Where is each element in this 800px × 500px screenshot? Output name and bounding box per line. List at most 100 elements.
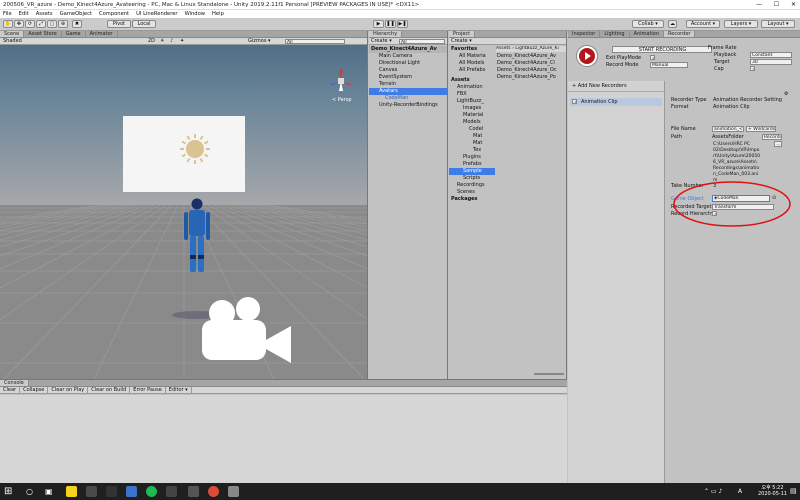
hierarchy-item[interactable]: Canvas (369, 67, 447, 74)
target-dropdown[interactable]: 30 (750, 59, 792, 65)
project-folder[interactable]: Mat (449, 140, 495, 147)
menu-item-window[interactable]: Window (185, 10, 205, 18)
exit-playmode-checkbox[interactable]: ✓ (650, 55, 655, 60)
console-clear-on-build[interactable]: Clear on Build (88, 387, 131, 393)
project-file[interactable]: Demo_Kinect4Azure_Cl (497, 60, 566, 67)
menu-item-help[interactable]: Help (212, 10, 224, 18)
hierarchy-item[interactable]: EventSystem (369, 74, 447, 81)
path-input[interactable]: Recordi (762, 134, 782, 140)
files-icon[interactable] (126, 486, 137, 497)
hierarchy-item[interactable]: Unity-RecorderBindings (369, 102, 447, 109)
tab-project[interactable]: Project (449, 31, 476, 37)
console-clear[interactable]: Clear (0, 387, 21, 393)
rotate-tool[interactable]: ⟳ (25, 20, 35, 28)
file-name-input[interactable]: animation_< (712, 126, 744, 132)
ime-indicator[interactable]: A (738, 488, 742, 495)
custom-tool[interactable]: ✖ (72, 20, 82, 28)
project-folder[interactable]: Mat (449, 133, 495, 140)
rect-tool[interactable]: ▢ (47, 20, 57, 28)
scale-tool[interactable]: ⤢ (36, 20, 46, 28)
tab-lighting[interactable]: Lighting (600, 31, 630, 37)
settings-icon[interactable]: ⚙ (784, 91, 788, 97)
project-file[interactable]: Demo_Kinect4Azure_Po (497, 74, 566, 81)
cap-checkbox[interactable]: ✓ (750, 66, 755, 71)
clock[interactable]: 오후 5:22 2020-05-11 (758, 485, 787, 497)
layout-button[interactable]: Layout ▾ (761, 20, 795, 28)
project-folder[interactable]: Sample (449, 168, 495, 175)
scene-view[interactable]: < Persp (0, 45, 367, 379)
transform-tool[interactable]: ⊕ (58, 20, 68, 28)
unity-icon[interactable] (188, 486, 199, 497)
project-breadcrumb[interactable]: Assets › LightBuzz_Azure_Ki (496, 46, 566, 52)
project-file[interactable]: Demo_Kinect4Azure_Oc (497, 67, 566, 74)
hierarchy-search[interactable]: All (399, 39, 445, 44)
tab-hierarchy[interactable]: Hierarchy (369, 31, 403, 37)
hierarchy-item[interactable]: Main Camera (369, 53, 447, 60)
terminal-icon[interactable] (106, 486, 117, 497)
project-folder[interactable]: Scenes (449, 189, 495, 196)
project-folder[interactable]: LightBuzz_ (449, 98, 495, 105)
hierarchy-item[interactable]: Avatars (369, 88, 447, 95)
project-create[interactable]: Create ▾ (451, 38, 472, 45)
minimize-button[interactable]: — (756, 1, 762, 9)
project-favorite-item[interactable]: All Models (449, 60, 495, 67)
zoom-slider[interactable] (534, 373, 564, 375)
start-recording-button[interactable]: START RECORDING (612, 46, 712, 53)
light-icon[interactable]: ☀ (160, 38, 164, 45)
project-folder[interactable]: Prefabs (449, 161, 495, 168)
console-error-pause[interactable]: Error Pause (130, 387, 166, 393)
spotify-icon[interactable] (146, 486, 157, 497)
project-folder[interactable]: Codel (449, 126, 495, 133)
menu-item-assets[interactable]: Assets (36, 10, 53, 18)
tab-recorder[interactable]: Recorder (664, 31, 696, 37)
playback-dropdown[interactable]: Constant (750, 52, 792, 58)
tab-animation[interactable]: Animation (630, 31, 665, 37)
console-editor[interactable]: Editor ▾ (166, 387, 192, 393)
project-folder[interactable]: Plugins (449, 154, 495, 161)
project-folder[interactable]: Scripts (449, 175, 495, 182)
tab-inspector[interactable]: Inspector (568, 31, 601, 37)
hierarchy-item[interactable]: CodeMan (369, 95, 447, 102)
hierarchy-item[interactable]: Directional Light (369, 60, 447, 67)
project-folder[interactable]: Recordings (449, 182, 495, 189)
menu-item-gameobject[interactable]: GameObject (60, 10, 92, 18)
layers-button[interactable]: Layers ▾ (724, 20, 758, 28)
close-button[interactable]: ✕ (791, 1, 796, 9)
menu-item-edit[interactable]: Edit (19, 10, 29, 18)
path-root-dropdown[interactable]: AssetsFolder (712, 134, 744, 140)
tab-console[interactable]: Console (0, 380, 29, 386)
local-button[interactable]: Local (132, 20, 156, 28)
hand-tool[interactable]: ✋ (3, 20, 13, 28)
menu-item-file[interactable]: File (3, 10, 12, 18)
notification-icon[interactable]: ▤ (790, 487, 797, 495)
tab-animator[interactable]: Animator (86, 31, 118, 37)
project-folder[interactable]: Tex (449, 147, 495, 154)
folder-browse-button[interactable]: … (774, 141, 782, 147)
menu-item-component[interactable]: Component (99, 10, 129, 18)
search-icon[interactable]: ○ (26, 486, 37, 497)
tab-scene[interactable]: Scene (0, 31, 25, 37)
project-file[interactable]: Demo_Kinect4Azure_Av (497, 53, 566, 60)
unity-hub-icon[interactable] (166, 486, 177, 497)
hierarchy-scene-root[interactable]: Demo_Kinect4Azure_Av (369, 46, 447, 53)
project-folder[interactable]: Animation (449, 84, 495, 91)
pause-button[interactable]: ❚❚ (385, 20, 396, 28)
tray-icons[interactable]: ⌃ ▭ ♪ (704, 488, 722, 495)
step-button[interactable]: ▶❚ (397, 20, 408, 28)
hierarchy-create[interactable]: Create ▾ (371, 38, 392, 45)
chrome-icon[interactable] (208, 486, 219, 497)
console-clear-on-play[interactable]: Clear on Play (48, 387, 89, 393)
menu-item-ui-linerenderer[interactable]: UI LineRenderer (136, 10, 177, 18)
shading-dropdown[interactable]: Shaded (3, 38, 22, 45)
app-icon[interactable] (86, 486, 97, 497)
console-log[interactable] (0, 395, 567, 484)
cloud-icon[interactable]: ☁ (668, 20, 677, 28)
tab-asset-store[interactable]: Asset Store (24, 31, 62, 37)
task-view-icon[interactable]: ▣ (45, 486, 56, 497)
pivot-button[interactable]: Pivot (107, 20, 131, 28)
record-button[interactable] (576, 45, 598, 67)
audio-icon[interactable]: ♪ (170, 38, 173, 45)
project-assets[interactable]: Assets (449, 77, 495, 84)
hierarchy-item[interactable]: Terrain (369, 81, 447, 88)
maximize-button[interactable]: ☐ (774, 1, 779, 9)
